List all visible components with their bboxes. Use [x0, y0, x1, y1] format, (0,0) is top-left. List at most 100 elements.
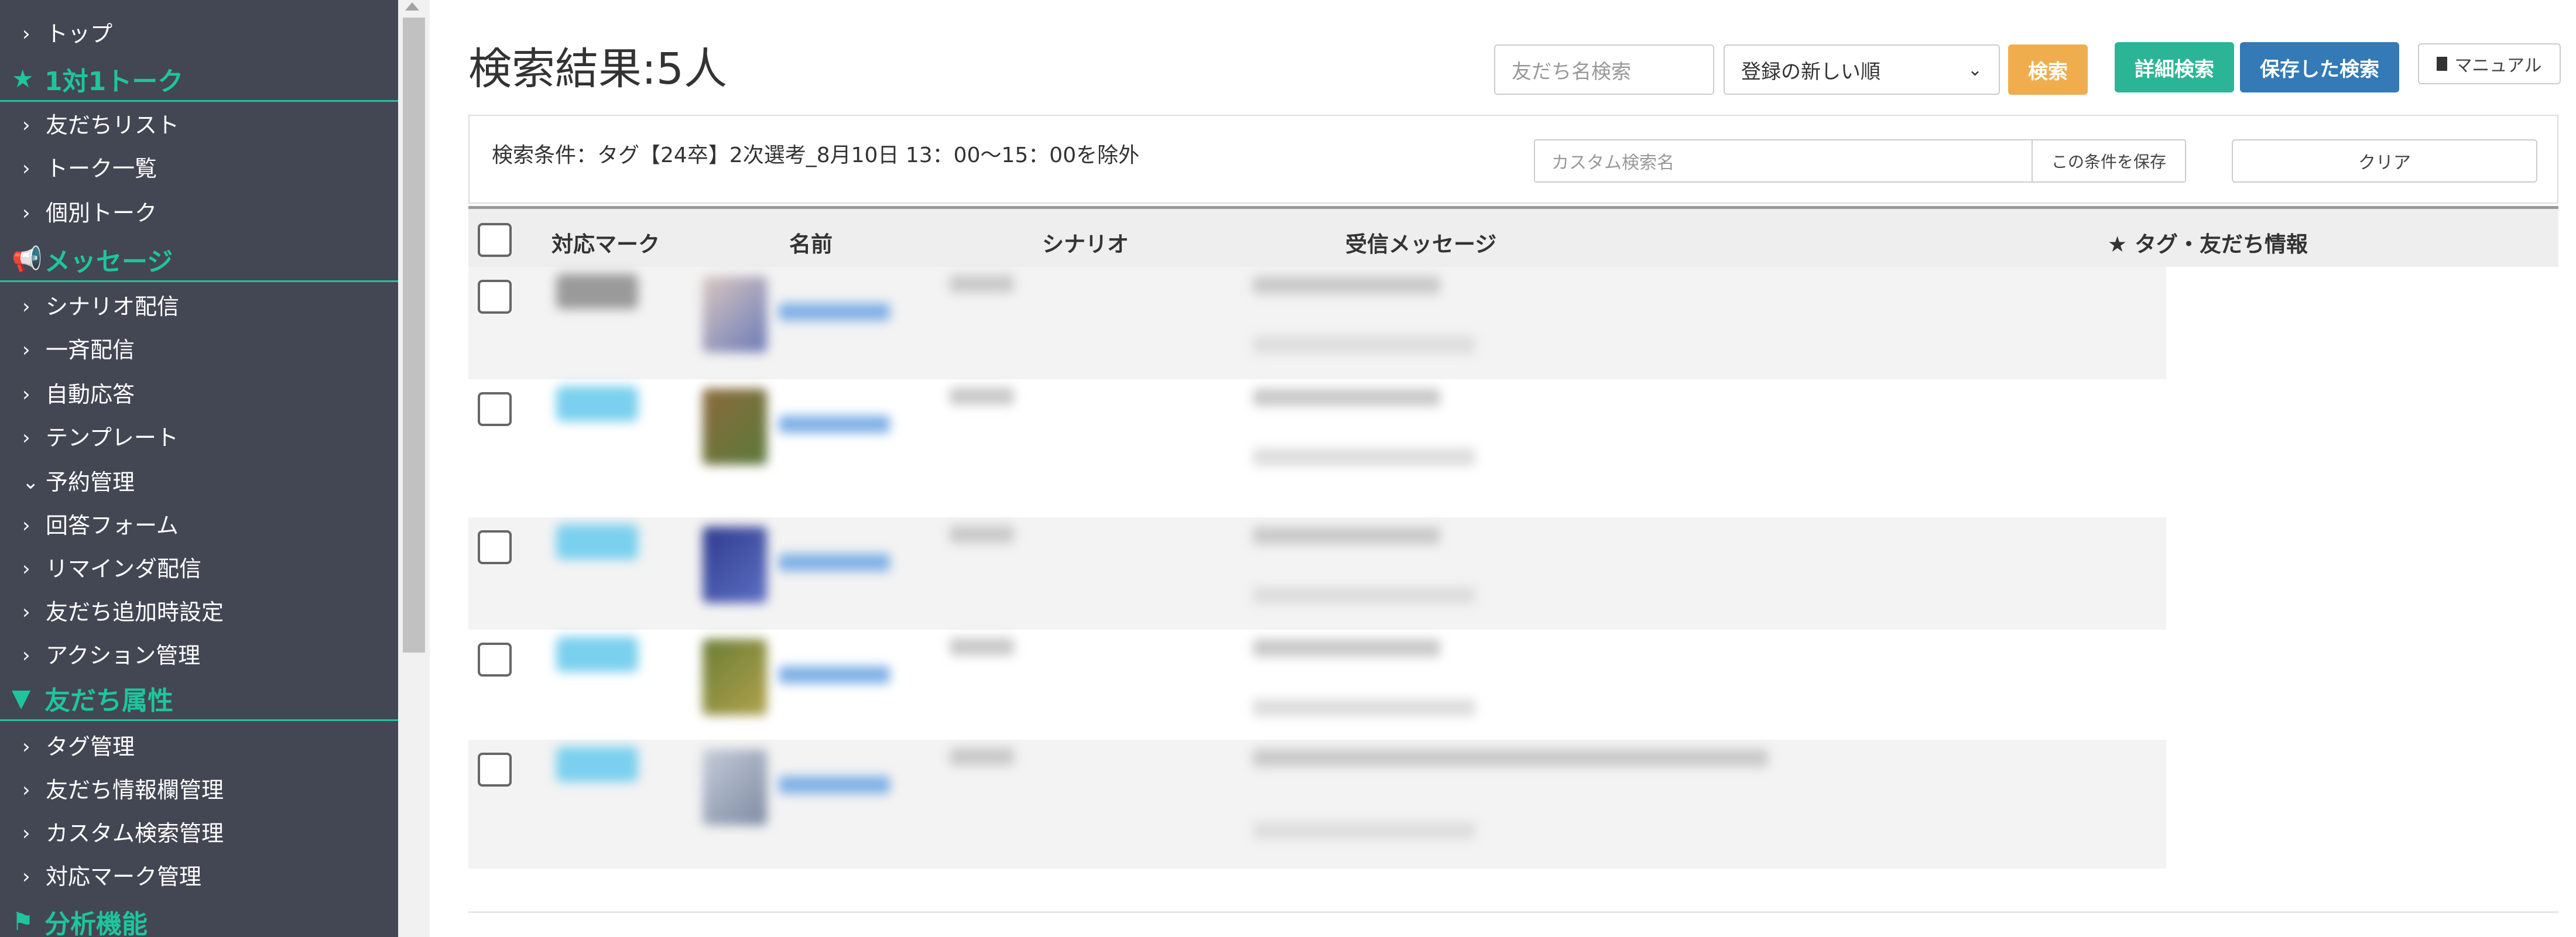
scenario-value — [950, 387, 1014, 405]
sidebar-item-6[interactable]: › シナリオ配信 — [0, 286, 398, 328]
column-header-tags-info[interactable]: ★ タグ・友だち情報 — [2108, 226, 2308, 258]
chevron-down-icon: ⌄ — [1967, 59, 1982, 80]
manual-button[interactable]: マニュアル — [2418, 43, 2561, 84]
clear-button[interactable]: クリア — [2232, 139, 2537, 183]
scenario-value — [950, 526, 1014, 543]
chevron-right-icon: › — [22, 114, 30, 137]
chevron-down-icon: ⌄ — [22, 471, 39, 494]
save-condition-button[interactable]: この条件を保存 — [2032, 139, 2186, 183]
column-header-mark[interactable]: 対応マーク — [551, 226, 660, 258]
friend-name-link[interactable] — [779, 554, 890, 571]
row-checkbox[interactable] — [478, 392, 512, 426]
table-row[interactable] — [468, 740, 2558, 869]
sidebar-item-label: 一斉配信 — [46, 337, 135, 363]
row-checkbox[interactable] — [478, 280, 512, 314]
column-header-received-message[interactable]: 受信メッセージ — [1345, 226, 1496, 258]
friends-results-table: 対応マーク 名前 シナリオ 受信メッセージ ★ タグ・友だち情報 — [468, 206, 2558, 885]
friend-name-search-input[interactable]: 友だち名検索 — [1494, 44, 1714, 95]
sidebar-item-4[interactable]: › 個別トーク — [0, 192, 398, 234]
sidebar-section-5[interactable]: 📢 メッセージ — [0, 238, 398, 282]
detail-search-button[interactable]: 詳細検索 — [2115, 42, 2234, 92]
avatar[interactable] — [703, 527, 767, 603]
sidebar-item-label: トーク一覧 — [46, 156, 157, 181]
sidebar-section-1[interactable]: ★ 1対1トーク — [0, 57, 398, 102]
sidebar-item-label: 対応マーク管理 — [46, 864, 202, 890]
sidebar-item-12[interactable]: › リマインダ配信 — [0, 548, 398, 590]
avatar[interactable] — [703, 276, 767, 352]
row-checkbox[interactable] — [478, 753, 512, 787]
sidebar-item-9[interactable]: › テンプレート — [0, 417, 398, 459]
column-header-name[interactable]: 名前 — [789, 226, 833, 258]
sidebar-item-14[interactable]: › アクション管理 — [0, 634, 398, 677]
friend-name-link[interactable] — [779, 666, 890, 684]
sidebar-item-label: カスタム検索管理 — [46, 821, 224, 846]
scroll-up-arrow-icon[interactable] — [405, 2, 419, 11]
scrollbar-thumb[interactable] — [403, 18, 425, 653]
row-checkbox[interactable] — [478, 530, 512, 564]
avatar[interactable] — [703, 389, 767, 465]
sidebar-item-label: アクション管理 — [46, 643, 201, 668]
chevron-right-icon: › — [22, 514, 30, 537]
sidebar-item-7[interactable]: › 一斉配信 — [0, 329, 398, 371]
received-message-timestamp — [1253, 448, 1475, 466]
received-message-timestamp — [1253, 586, 1475, 604]
sidebar-section-15[interactable]: ▼ 友だち属性 — [0, 677, 398, 721]
chevron-right-icon: › — [22, 557, 30, 581]
manual-button-label: マニュアル — [2454, 56, 2542, 76]
search-button[interactable]: 検索 — [2008, 44, 2088, 95]
chevron-right-icon: › — [22, 865, 30, 888]
sidebar-item-3[interactable]: › トーク一覧 — [0, 147, 398, 190]
scenario-value — [950, 275, 1014, 293]
received-message-timestamp — [1253, 822, 1475, 839]
response-mark-badge[interactable] — [556, 747, 638, 782]
sidebar-item-2[interactable]: › 友だちリスト — [0, 104, 398, 146]
saved-search-button[interactable]: 保存した検索 — [2240, 42, 2399, 92]
response-mark-badge[interactable] — [556, 524, 638, 560]
table-header: 対応マーク 名前 シナリオ 受信メッセージ ★ タグ・友だち情報 — [468, 206, 2558, 267]
sidebar-item-label: 自動応答 — [46, 382, 135, 407]
megaphone-icon: 📢 — [12, 244, 43, 273]
friend-name-link[interactable] — [779, 303, 890, 321]
sidebar-item-0[interactable]: › トップ — [0, 13, 398, 55]
response-mark-badge[interactable] — [556, 386, 638, 421]
sidebar-item-13[interactable]: › 友だち追加時設定 — [0, 591, 398, 633]
scenario-value — [950, 638, 1014, 655]
sidebar-section-label: 友だち属性 — [44, 685, 173, 716]
sidebar-item-label: トップ — [46, 21, 113, 47]
sidebar-item-label: 友だち情報欄管理 — [46, 777, 224, 803]
sidebar-section-20[interactable]: ⚑ 分析機能 — [0, 900, 398, 937]
sidebar-item-label: 友だち追加時設定 — [46, 599, 224, 625]
sidebar-item-label: テンプレート — [46, 425, 179, 451]
sidebar-item-16[interactable]: › タグ管理 — [0, 726, 398, 768]
friend-name-link[interactable] — [779, 416, 890, 433]
friend-name-search-placeholder: 友だち名検索 — [1512, 60, 1631, 84]
sort-select[interactable]: 登録の新しい順 ⌄ — [1724, 44, 2000, 95]
sidebar-item-label: シナリオ配信 — [46, 294, 180, 320]
table-row[interactable] — [468, 379, 2558, 517]
sidebar-item-18[interactable]: › カスタム検索管理 — [0, 812, 398, 854]
book-icon — [2437, 57, 2448, 71]
table-row[interactable] — [468, 517, 2558, 630]
select-all-checkbox[interactable] — [478, 223, 512, 257]
sort-select-value: 登録の新しい順 — [1741, 60, 1880, 84]
sidebar-item-17[interactable]: › 友だち情報欄管理 — [0, 769, 398, 811]
sidebar-item-label: リマインダ配信 — [46, 556, 202, 582]
sidebar-item-10[interactable]: ⌄ 予約管理 — [0, 461, 398, 503]
filter-icon: ▼ — [12, 684, 31, 712]
table-row[interactable] — [468, 267, 2558, 379]
response-mark-badge[interactable] — [556, 274, 638, 309]
friend-name-link[interactable] — [779, 776, 890, 794]
sidebar-item-label: 個別トーク — [46, 200, 157, 226]
avatar[interactable] — [703, 749, 767, 825]
row-checkbox[interactable] — [478, 643, 512, 677]
sidebar-item-11[interactable]: › 回答フォーム — [0, 504, 398, 547]
custom-search-name-input[interactable]: カスタム検索名 — [1534, 139, 2033, 183]
response-mark-badge[interactable] — [556, 637, 638, 672]
chevron-right-icon: › — [22, 383, 30, 406]
sidebar-item-19[interactable]: › 対応マーク管理 — [0, 856, 398, 898]
sidebar-item-8[interactable]: › 自動応答 — [0, 373, 398, 416]
column-header-scenario[interactable]: シナリオ — [1042, 226, 1129, 258]
sidebar-scrollbar[interactable] — [398, 0, 430, 937]
avatar[interactable] — [703, 639, 767, 715]
table-row[interactable] — [468, 630, 2558, 740]
